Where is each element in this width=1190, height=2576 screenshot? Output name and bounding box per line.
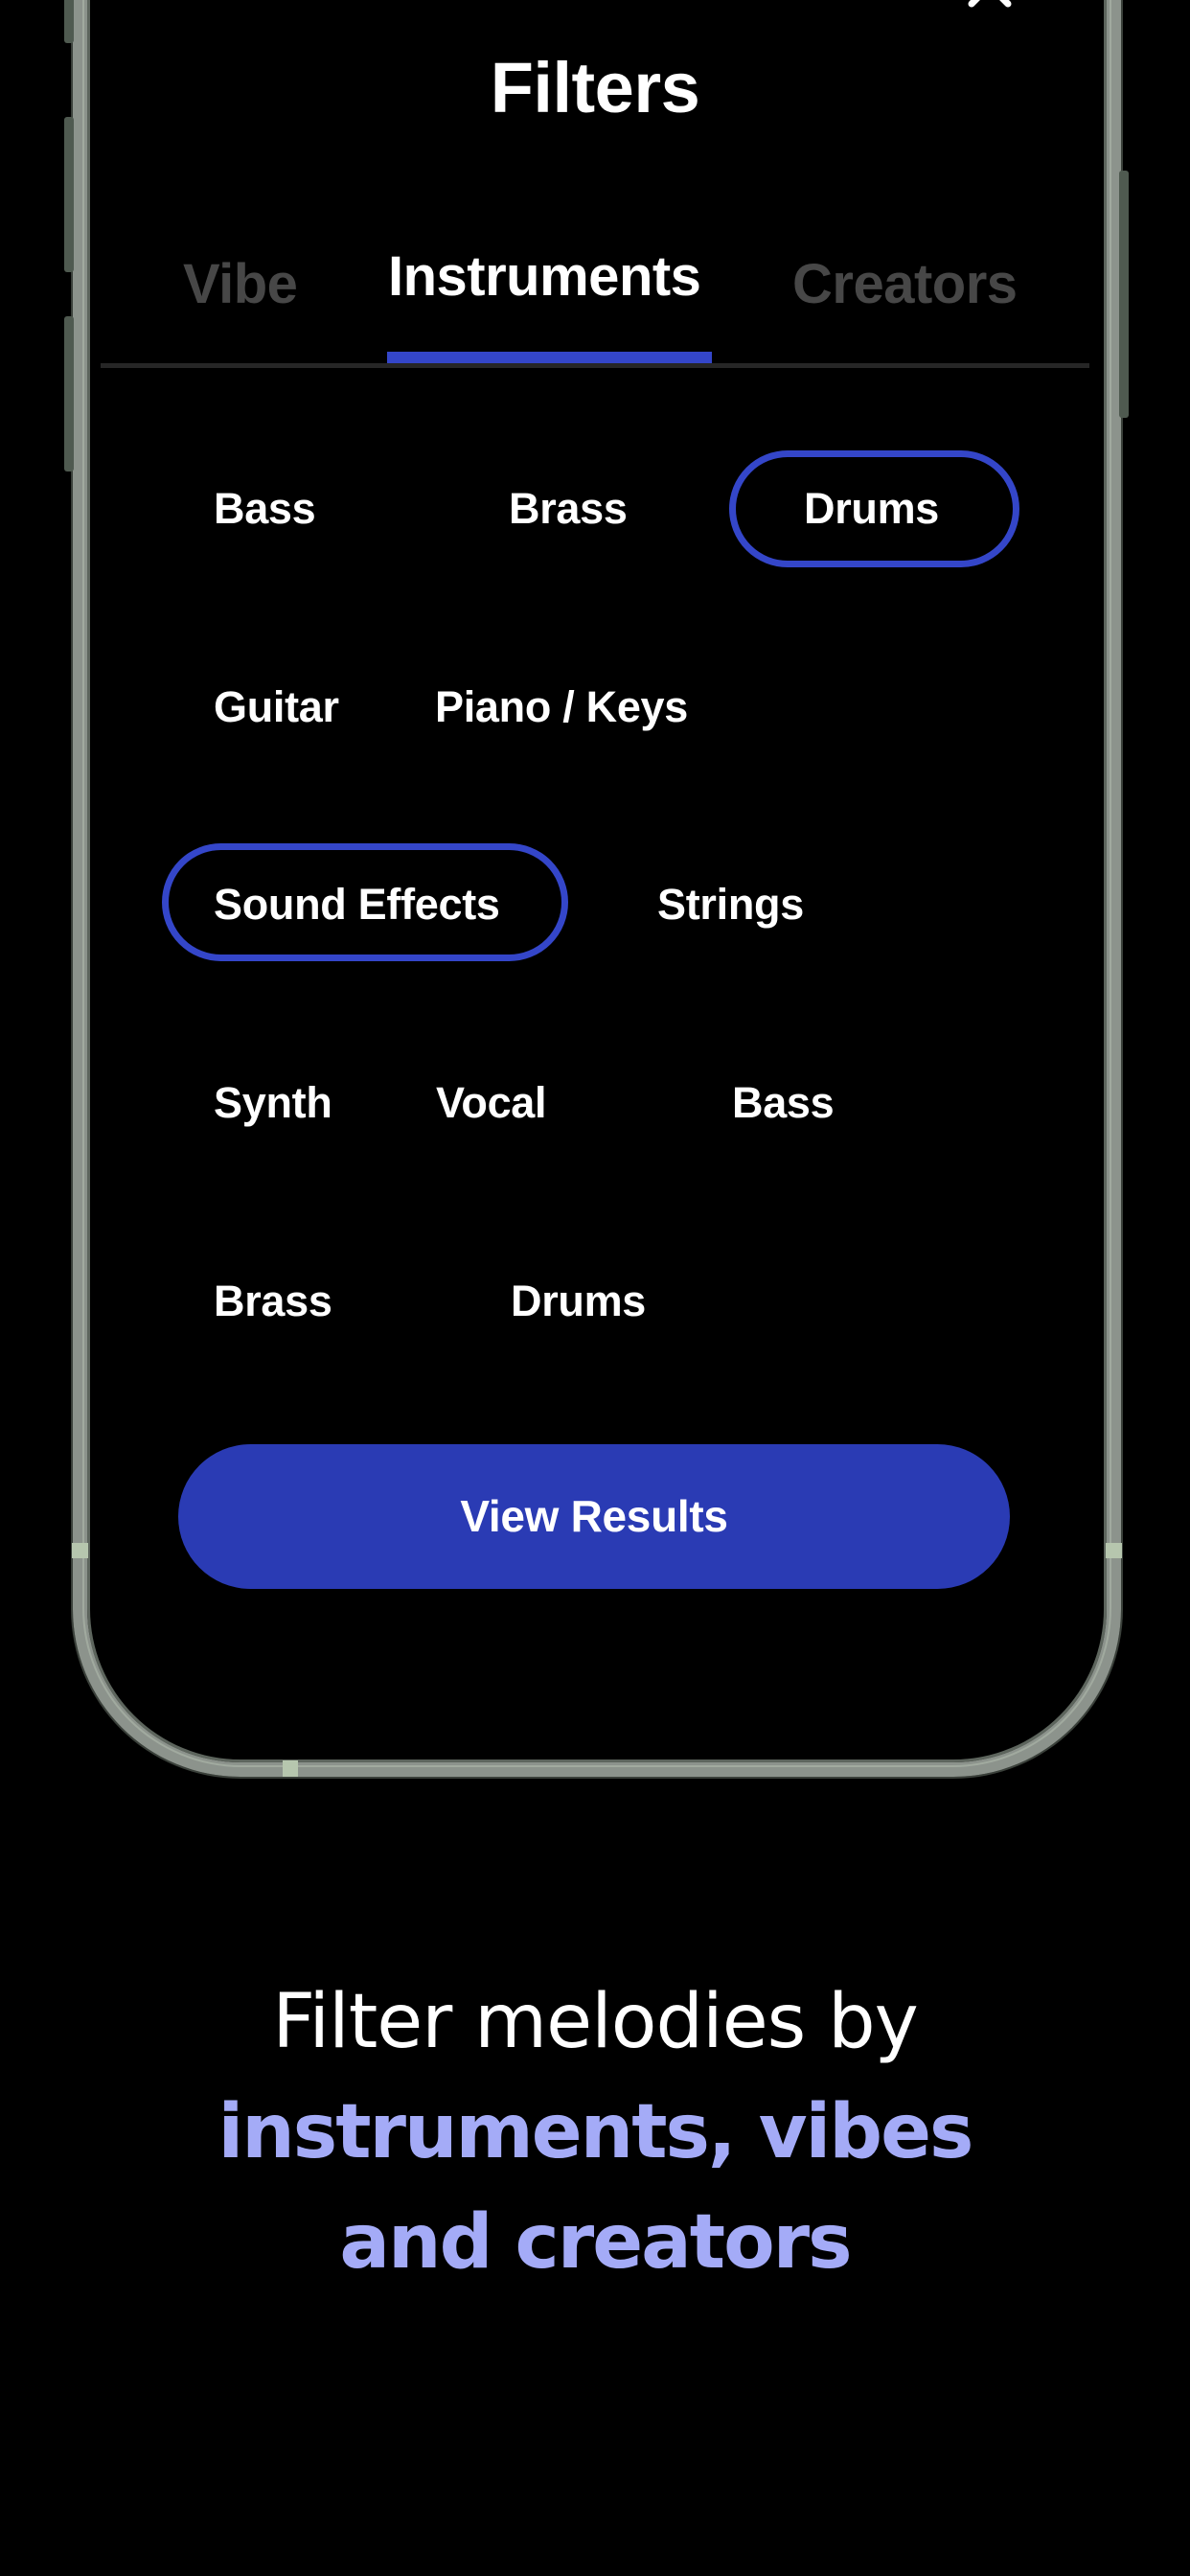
filter-chip-drums-2[interactable]: Drums — [511, 1273, 646, 1330]
tab-creators[interactable]: Creators — [792, 251, 1018, 318]
close-icon[interactable] — [966, 0, 1014, 8]
tab-instruments[interactable]: Instruments — [388, 243, 701, 310]
filter-chip-guitar[interactable]: Guitar — [214, 678, 339, 736]
phone-antenna-band — [72, 1543, 88, 1558]
phone-side-button — [64, 117, 74, 272]
caption-line-1: Filter melodies by — [272, 1979, 919, 2065]
filter-chip-synth[interactable]: Synth — [214, 1074, 332, 1132]
tab-vibe[interactable]: Vibe — [183, 251, 298, 318]
phone-side-button — [64, 316, 74, 472]
caption-line-2: instruments, vibes — [217, 2089, 974, 2175]
filter-chip-bass[interactable]: Bass — [214, 480, 316, 538]
view-results-button[interactable]: View Results — [178, 1444, 1010, 1589]
filter-chip-brass[interactable]: Brass — [509, 480, 628, 538]
filter-chip-drums[interactable]: Drums — [804, 480, 939, 538]
filter-chip-bass-2[interactable]: Bass — [732, 1074, 835, 1132]
tabs-divider — [101, 363, 1089, 368]
filter-chip-brass-2[interactable]: Brass — [214, 1273, 332, 1330]
caption-line-3: and creators — [339, 2199, 852, 2286]
phone-antenna-band — [1106, 1543, 1122, 1558]
filter-chip-sound-effects[interactable]: Sound Effects — [214, 876, 500, 933]
phone-side-button — [64, 0, 74, 43]
filter-chip-vocal[interactable]: Vocal — [436, 1074, 547, 1132]
phone-antenna-band — [283, 1760, 298, 1777]
filter-chip-strings[interactable]: Strings — [657, 876, 804, 933]
page-title: Filters — [490, 48, 700, 127]
phone-side-button — [1119, 171, 1129, 418]
filter-chip-piano-keys[interactable]: Piano / Keys — [435, 678, 688, 736]
